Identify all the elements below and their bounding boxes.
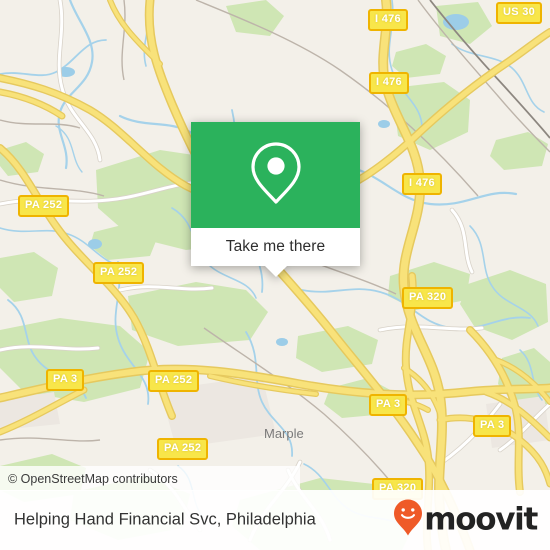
- route-shield-pa-252-mid[interactable]: PA 252: [148, 370, 200, 392]
- page-title: Helping Hand Financial Svc, Philadelphia: [14, 510, 316, 529]
- route-shield-pa-3-center[interactable]: PA 3: [369, 394, 408, 416]
- moovit-wordmark: moovit: [424, 501, 538, 538]
- route-shield-pa-252-south[interactable]: PA 252: [157, 438, 209, 460]
- bottom-bar: Helping Hand Financial Svc, Philadelphia…: [0, 490, 550, 550]
- route-shield-pa-320-right[interactable]: PA 320: [402, 287, 454, 309]
- route-shield-pa-252-west[interactable]: PA 252: [18, 195, 70, 217]
- location-popup[interactable]: Take me there: [191, 122, 360, 277]
- take-me-there-button-label[interactable]: Take me there: [226, 238, 326, 256]
- route-shield-pa-3-west[interactable]: PA 3: [46, 369, 85, 391]
- moovit-logo[interactable]: moovit: [393, 499, 538, 542]
- moovit-pin-smiley-icon: [393, 499, 423, 542]
- route-shield-us-30[interactable]: US 30: [496, 2, 543, 24]
- route-shield-i-476-mid[interactable]: I 476: [402, 173, 442, 195]
- map-attribution: © OpenStreetMap contributors: [0, 466, 300, 491]
- popup-action-area[interactable]: Take me there: [191, 228, 360, 277]
- route-shield-pa-3-east[interactable]: PA 3: [473, 415, 512, 437]
- route-shield-i-476-top[interactable]: I 476: [368, 9, 408, 31]
- popup-tail: [264, 266, 287, 277]
- place-label-marple: Marple: [264, 426, 304, 441]
- attribution-text[interactable]: © OpenStreetMap contributors: [0, 472, 178, 486]
- map-pin-icon: [248, 140, 304, 211]
- map-screenshot: Marple US 30 I 476 I 476 I 476 PA 252 PA…: [0, 0, 550, 550]
- popup-pin-area: [191, 122, 360, 228]
- route-shield-i-476-upper[interactable]: I 476: [369, 72, 409, 94]
- route-shield-pa-252-left[interactable]: PA 252: [93, 262, 145, 284]
